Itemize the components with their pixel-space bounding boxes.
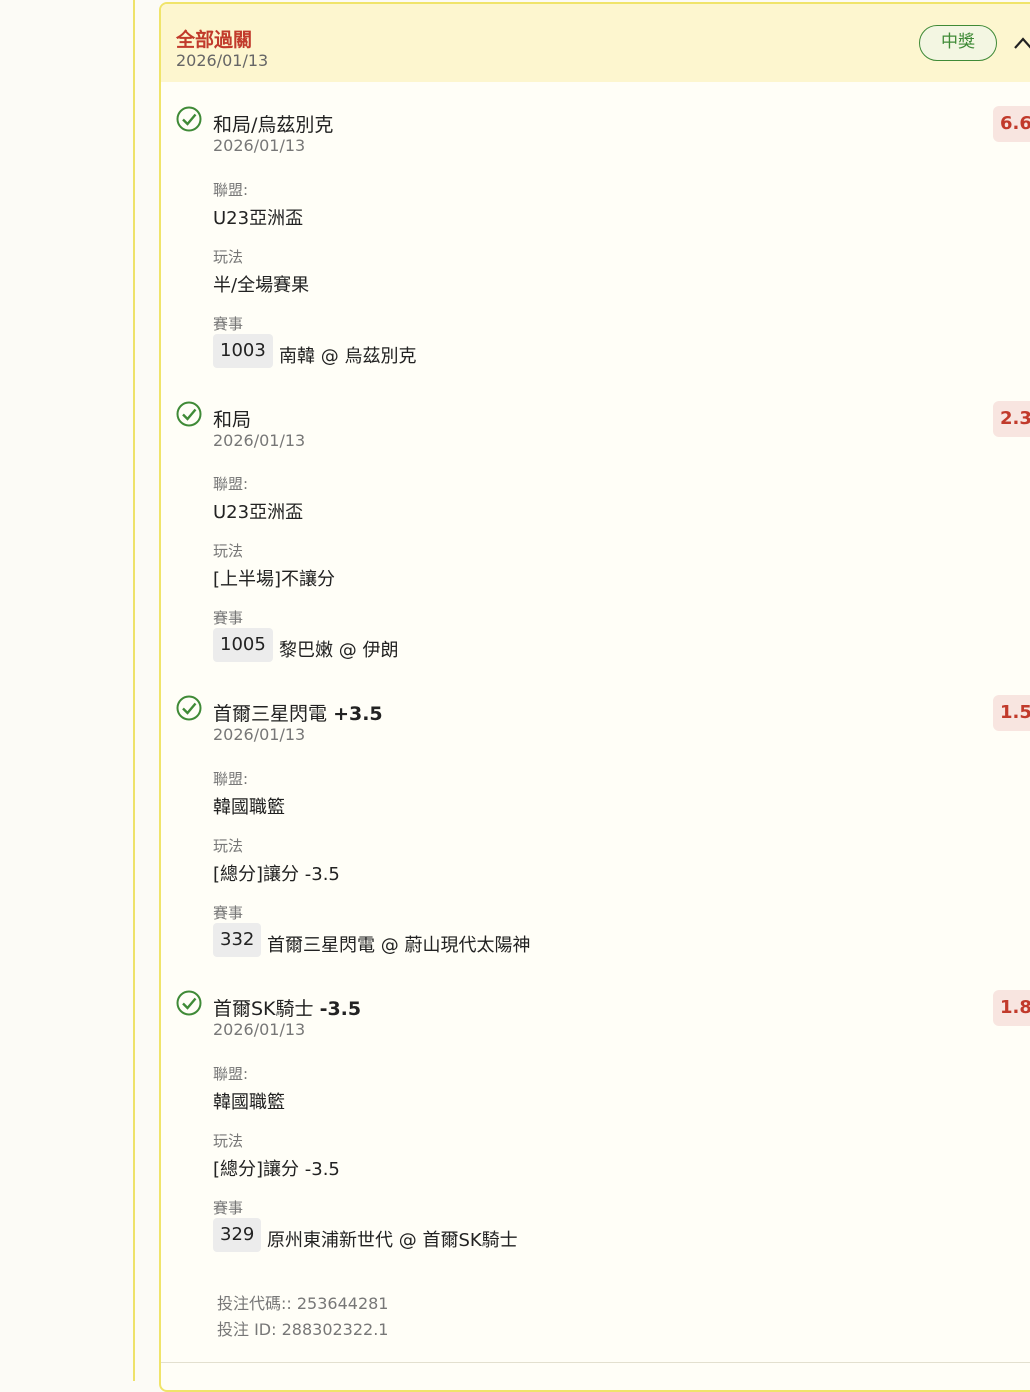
odds-badge: 1.80: [993, 990, 1030, 1026]
ticket-header[interactable]: 全部過關 2026/01/13 中獎: [161, 4, 1030, 82]
league-value: 韓國職籃: [213, 1092, 285, 1113]
selection-item: 首爾SK騎士 -3.5 2026/01/13 1.80 聯盟: 韓國職籃 玩法 …: [161, 990, 1030, 1280]
odds-badge: 2.35: [993, 401, 1030, 437]
bet-code: 投注代碼:: 253644281: [217, 1294, 389, 1313]
bet-ticket-card: 全部過關 2026/01/13 中獎 和局/烏茲別克 2026/01/13 6.…: [159, 2, 1030, 1392]
check-circle-icon: [176, 106, 202, 132]
play-label: 玩法: [213, 542, 244, 560]
selection-item: 和局 2026/01/13 2.35 聯盟: U23亞洲盃 玩法 [上半場]不讓…: [161, 401, 1030, 691]
left-divider: [133, 0, 135, 1381]
selection-date: 2026/01/13: [213, 136, 306, 155]
selection-name: 和局/烏茲別克: [213, 114, 334, 136]
footer-divider: [161, 1362, 1030, 1363]
bet-type-title: 全部過關: [176, 29, 253, 51]
odds-badge: 6.60: [993, 106, 1030, 142]
odds-badge: 1.55: [993, 695, 1030, 731]
match-number-badge: 1003: [213, 334, 273, 368]
play-value: [上半場]不讓分: [213, 569, 336, 590]
selection-date: 2026/01/13: [213, 725, 306, 744]
match-label: 賽事: [213, 315, 244, 333]
play-value: [總分]讓分 -3.5: [213, 1159, 340, 1180]
league-label: 聯盟:: [213, 1065, 249, 1083]
league-value: 韓國職籃: [213, 797, 285, 818]
league-value: U23亞洲盃: [213, 208, 304, 229]
match-name: 首爾三星閃電 @ 蔚山現代太陽神: [267, 935, 531, 956]
play-label: 玩法: [213, 837, 244, 855]
match-number-badge: 329: [213, 1218, 262, 1252]
selection-date: 2026/01/13: [213, 1020, 306, 1039]
league-label: 聯盟:: [213, 181, 249, 199]
play-value: 半/全場賽果: [213, 275, 310, 296]
selection-item: 和局/烏茲別克 2026/01/13 6.60 聯盟: U23亞洲盃 玩法 半/…: [161, 106, 1030, 396]
selection-name: 首爾三星閃電 +3.5: [213, 703, 383, 725]
league-label: 聯盟:: [213, 475, 249, 493]
match-label: 賽事: [213, 1199, 244, 1217]
play-value: [總分]讓分 -3.5: [213, 864, 340, 885]
match-label: 賽事: [213, 904, 244, 922]
match-name: 原州東浦新世代 @ 首爾SK騎士: [267, 1230, 518, 1251]
chevron-up-icon[interactable]: [1012, 32, 1030, 54]
check-circle-icon: [176, 695, 202, 721]
match-name: 黎巴嫩 @ 伊朗: [279, 640, 399, 661]
selection-date: 2026/01/13: [213, 431, 306, 450]
league-value: U23亞洲盃: [213, 502, 304, 523]
play-label: 玩法: [213, 1132, 244, 1150]
selection-name: 首爾SK騎士 -3.5: [213, 998, 362, 1020]
league-label: 聯盟:: [213, 770, 249, 788]
play-label: 玩法: [213, 248, 244, 266]
match-label: 賽事: [213, 609, 244, 627]
ticket-date: 2026/01/13: [176, 51, 269, 70]
selection-name: 和局: [213, 409, 252, 431]
check-circle-icon: [176, 401, 202, 427]
bet-id: 投注 ID: 288302322.1: [217, 1320, 389, 1339]
status-badge: 中獎: [919, 25, 997, 61]
match-number-badge: 1005: [213, 628, 273, 662]
match-name: 南韓 @ 烏茲別克: [279, 346, 417, 367]
match-number-badge: 332: [213, 923, 262, 957]
selection-item: 首爾三星閃電 +3.5 2026/01/13 1.55 聯盟: 韓國職籃 玩法 …: [161, 695, 1030, 985]
check-circle-icon: [176, 990, 202, 1016]
